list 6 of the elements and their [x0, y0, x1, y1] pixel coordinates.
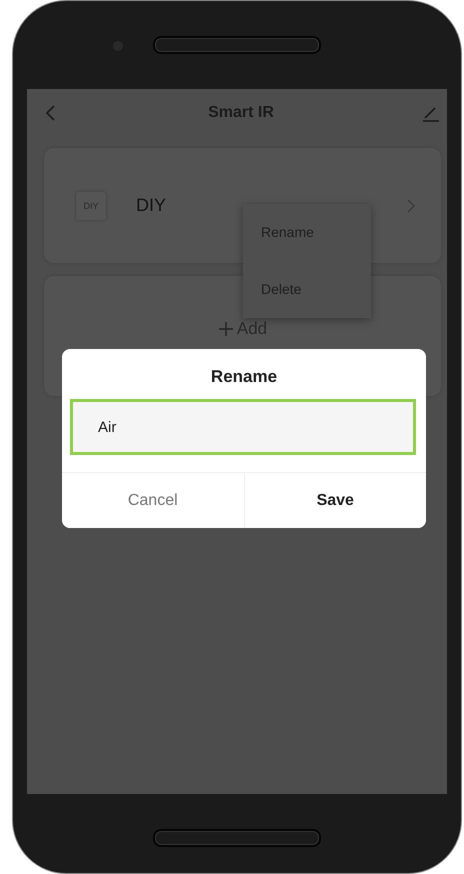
plus-icon	[218, 321, 234, 337]
device-name: DIY	[136, 195, 168, 216]
save-button[interactable]: Save	[244, 473, 426, 528]
name-input[interactable]: Air	[70, 399, 416, 455]
dialog-title: Rename	[210, 367, 278, 387]
chevron-icon	[406, 198, 416, 214]
